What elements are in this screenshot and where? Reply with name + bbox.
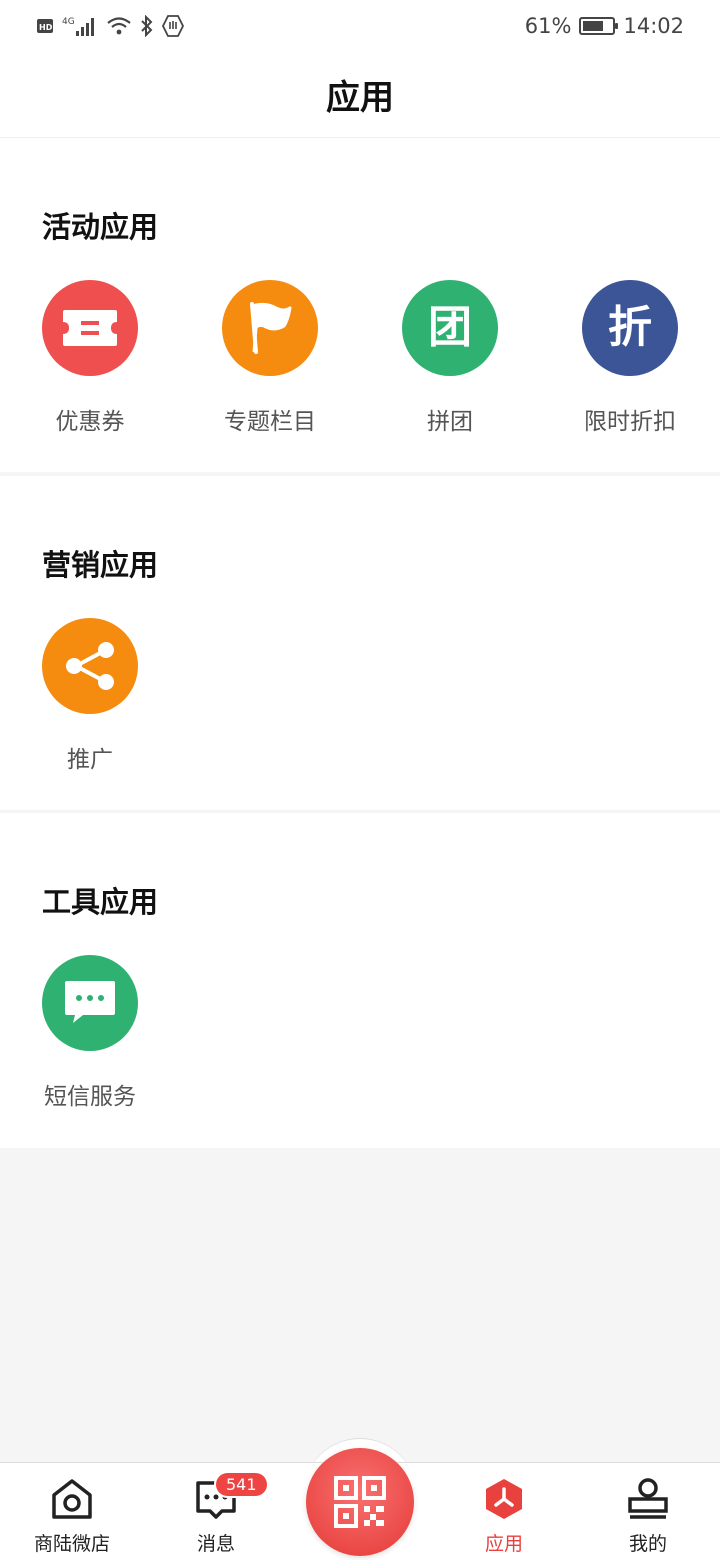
app-grid: 推广 [0, 618, 720, 778]
app-grid: 优惠券 专题栏目 团 拼团 折 限时折扣 [0, 280, 720, 440]
network-type: 4G [62, 17, 75, 27]
nav-item-profile[interactable]: 我的 [576, 1463, 720, 1560]
section-title: 营销应用 [42, 548, 159, 582]
section-marketing-apps: 营销应用 推广 [0, 476, 720, 810]
page-title: 应用 [326, 78, 394, 118]
message-icon: 541 [192, 1471, 269, 1523]
signal-icon: 4G [62, 15, 98, 37]
app-label: 优惠券 [55, 409, 125, 435]
title-bar: 应用 [0, 52, 720, 138]
app-label: 推广 [67, 747, 113, 773]
app-grid: 短信服务 [0, 955, 720, 1115]
battery-percent: 61% [524, 14, 572, 38]
flag-icon [222, 280, 318, 376]
nav-label: 应用 [484, 1533, 523, 1555]
nav-item-messages[interactable]: 541 消息 [144, 1463, 288, 1560]
group-buy-glyph: 团 [428, 302, 472, 353]
app-topics[interactable]: 专题栏目 [180, 280, 360, 440]
group-buy-icon: 团 [402, 280, 498, 376]
home-icon [48, 1475, 96, 1523]
nav-item-store[interactable]: 商陆微店 [0, 1463, 144, 1560]
ticket-icon [42, 280, 138, 376]
battery-icon [579, 17, 619, 35]
nav-item-apps[interactable]: 应用 [432, 1463, 576, 1560]
app-group-buy[interactable]: 团 拼团 [360, 280, 540, 440]
app-label: 短信服务 [44, 1084, 136, 1110]
apps-icon [480, 1475, 528, 1523]
app-sms-service[interactable]: 短信服务 [0, 955, 180, 1115]
discount-glyph: 折 [608, 302, 652, 353]
app-flash-discount[interactable]: 折 限时折扣 [540, 280, 720, 440]
wifi-icon [106, 16, 132, 36]
qr-scan-icon [334, 1476, 386, 1528]
profile-icon [624, 1475, 672, 1523]
section-tool-apps: 工具应用 短信服务 [0, 813, 720, 1148]
status-right: 61% 14:02 [525, 14, 684, 38]
section-activity-apps: 活动应用 优惠券 专题栏目 团 拼团 折 限时折扣 [0, 138, 720, 472]
hd-icon: HD [36, 18, 54, 34]
status-left: HD 4G [36, 15, 184, 37]
share-icon [42, 618, 138, 714]
hand-icon [162, 15, 184, 37]
message-badge: 541 [214, 1471, 269, 1498]
nav-label: 商陆微店 [33, 1533, 110, 1555]
sms-icon [42, 955, 138, 1051]
app-promotion[interactable]: 推广 [0, 618, 180, 778]
section-title: 活动应用 [42, 210, 159, 244]
nav-label: 消息 [196, 1533, 235, 1555]
section-title: 工具应用 [42, 885, 159, 919]
bluetooth-icon [140, 15, 154, 37]
status-bar: HD 4G 61% 14:02 [0, 0, 720, 52]
app-coupon[interactable]: 优惠券 [0, 280, 180, 440]
clock: 14:02 [623, 14, 684, 38]
app-label: 限时折扣 [584, 409, 676, 435]
app-label: 专题栏目 [224, 409, 316, 435]
svg-text:HD: HD [39, 23, 53, 32]
app-label: 拼团 [427, 409, 473, 435]
discount-icon: 折 [582, 280, 678, 376]
nav-label: 我的 [628, 1533, 667, 1555]
qr-scan-button[interactable] [306, 1448, 414, 1556]
